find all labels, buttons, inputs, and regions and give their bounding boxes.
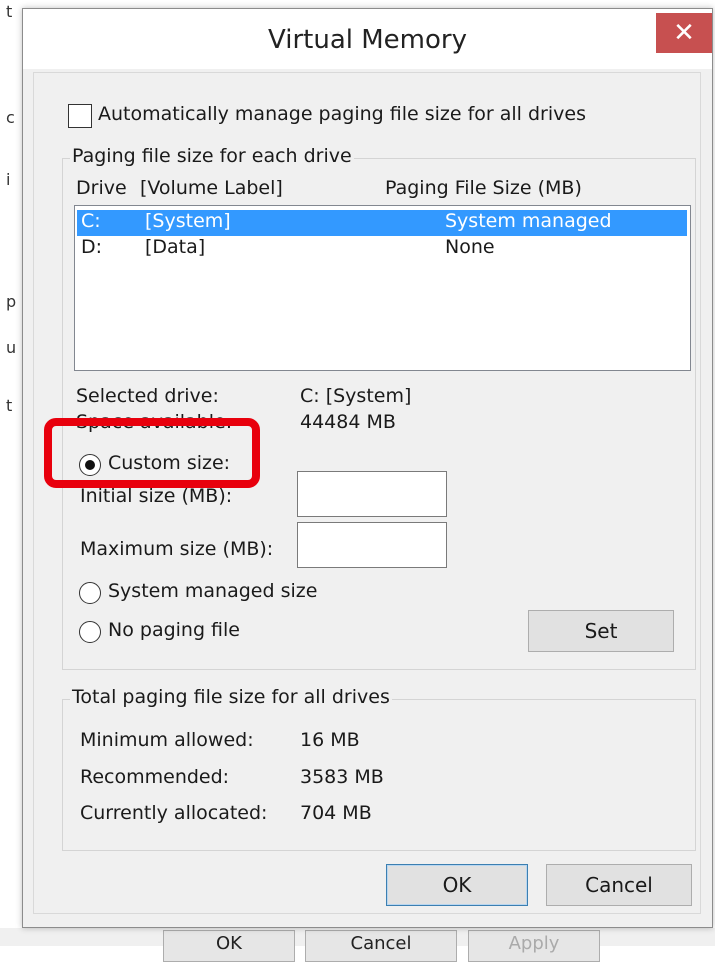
total-group-title: Total paging file size for all drives [70, 686, 392, 708]
drive-letter: D: [81, 236, 103, 258]
system-managed-radio[interactable] [79, 582, 101, 604]
paging-group-title: Paging file size for each drive [70, 145, 354, 167]
background-ok-button: OK [163, 930, 295, 962]
space-available-value: 44484 MB [300, 411, 396, 433]
initial-size-input[interactable] [297, 471, 447, 517]
selected-drive-label: Selected drive: [76, 385, 219, 407]
paging-size-column-header: Paging File Size (MB) [385, 177, 582, 199]
drive-list[interactable]: C: [System] System managed D: [Data] Non… [74, 205, 691, 371]
auto-manage-label[interactable]: Automatically manage paging file size fo… [98, 103, 586, 125]
drive-volume-label: [System] [145, 210, 231, 232]
background-text: p [6, 292, 17, 311]
no-paging-label[interactable]: No paging file [108, 619, 240, 641]
ok-button[interactable]: OK [386, 864, 528, 906]
dialog-content: Automatically manage paging file size fo… [33, 72, 701, 914]
initial-size-label: Initial size (MB): [80, 485, 233, 507]
drive-paging-size: None [445, 236, 495, 258]
currently-allocated-value: 704 MB [300, 802, 372, 824]
drive-letter: C: [81, 210, 101, 232]
currently-allocated-label: Currently allocated: [80, 802, 268, 824]
close-icon: ✕ [673, 18, 695, 48]
maximum-size-label: Maximum size (MB): [80, 538, 274, 560]
background-text: t [6, 396, 13, 415]
annotation-highlight [44, 418, 260, 488]
recommended-value: 3583 MB [300, 766, 384, 788]
cancel-button[interactable]: Cancel [546, 864, 692, 906]
drive-paging-size: System managed [445, 210, 612, 232]
background-window: t c i p u t [0, 0, 20, 946]
background-text: u [6, 338, 17, 357]
selected-drive-value: C: [System] [300, 385, 412, 407]
background-cancel-button: Cancel [305, 930, 457, 962]
maximum-size-input[interactable] [297, 522, 447, 568]
background-text: i [6, 170, 11, 189]
auto-manage-checkbox[interactable] [68, 104, 92, 128]
recommended-label: Recommended: [80, 766, 230, 788]
volume-label-column-header: [Volume Label] [140, 177, 283, 199]
system-managed-label[interactable]: System managed size [108, 580, 317, 602]
minimum-allowed-value: 16 MB [300, 729, 360, 751]
drive-row-c[interactable]: C: [System] System managed [77, 210, 687, 236]
drive-row-d[interactable]: D: [Data] None [77, 236, 687, 262]
drive-volume-label: [Data] [145, 236, 206, 258]
drive-column-header: Drive [76, 177, 127, 199]
background-apply-button: Apply [468, 930, 600, 962]
no-paging-radio[interactable] [79, 621, 101, 643]
close-button[interactable]: ✕ [656, 13, 712, 53]
set-button[interactable]: Set [528, 610, 674, 652]
minimum-allowed-label: Minimum allowed: [80, 729, 254, 751]
background-text: c [6, 108, 15, 127]
background-text: t [6, 2, 13, 21]
dialog-title: Virtual Memory [268, 25, 467, 55]
title-bar: Virtual Memory ✕ [23, 9, 712, 69]
